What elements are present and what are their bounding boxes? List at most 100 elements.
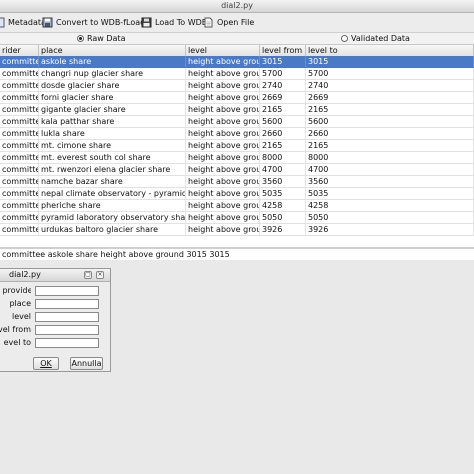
cell-rider: committee [0, 164, 39, 175]
metadata-button[interactable]: Metadata [0, 15, 46, 30]
open-file-button[interactable]: Open File [203, 15, 254, 30]
cell-level: height above ground [186, 188, 260, 199]
cancel-button-label: Annulla [71, 359, 102, 368]
place-input[interactable] [35, 299, 99, 309]
cell-level-from: 5700 [260, 68, 306, 79]
radio-checked-icon [77, 35, 84, 42]
metadata-icon [0, 17, 5, 28]
window-title: dial2.py [221, 1, 253, 10]
cell-level: height above ground [186, 92, 260, 103]
cell-rider: committee [0, 224, 39, 235]
data-table: rider place level level from level to co… [0, 44, 474, 248]
cell-level: height above ground [186, 224, 260, 235]
table-row[interactable]: committeekala patthar shareheight above … [0, 116, 474, 128]
cell-level: height above ground [186, 176, 260, 187]
load-wdb-button[interactable]: Load To WDB [141, 15, 207, 30]
convert-button[interactable]: Convert to WDB-fLoad [42, 15, 145, 30]
cell-level-from: 8000 [260, 152, 306, 163]
cell-level-to: 5035 [306, 188, 474, 199]
cell-level-to: 3560 [306, 176, 474, 187]
cell-level-from: 2165 [260, 104, 306, 115]
column-header-place[interactable]: place [39, 45, 186, 56]
cell-place: changri nup glacier share [39, 68, 186, 79]
record-dialog: dial2.py ▢ × a provider place level vel fro… [0, 268, 111, 372]
cell-level-to: 3015 [306, 56, 474, 67]
table-row[interactable]: committeepyramid laboratory observatory … [0, 212, 474, 224]
window-titlebar: dial2.py [0, 0, 474, 13]
table-row[interactable]: committeemt. rwenzori elena glacier shar… [0, 164, 474, 176]
data-mode-selector: Raw Data Validated Data [0, 33, 474, 44]
table-row[interactable]: committeeurdukas baltoro glacier sharehe… [0, 224, 474, 236]
cell-rider: committee [0, 152, 39, 163]
table-row[interactable]: committeenepal climate observatory - pyr… [0, 188, 474, 200]
cell-place: kala patthar share [39, 116, 186, 127]
cell-level: height above ground [186, 56, 260, 67]
cell-level: height above ground [186, 212, 260, 223]
cell-level: height above ground [186, 128, 260, 139]
cell-rider: committee [0, 56, 39, 67]
cell-level: height above ground [186, 104, 260, 115]
cell-level-from: 2660 [260, 128, 306, 139]
column-header-level[interactable]: level [186, 45, 260, 56]
level-from-input[interactable] [35, 325, 99, 335]
cell-level-to: 2165 [306, 140, 474, 151]
cell-place: pheriche share [39, 200, 186, 211]
level-to-label: evel to [3, 338, 31, 347]
table-row[interactable]: committeelukla shareheight above ground2… [0, 128, 474, 140]
provider-input[interactable] [35, 286, 99, 296]
cell-level-from: 3015 [260, 56, 306, 67]
convert-button-label: Convert to WDB-fLoad [56, 18, 146, 27]
column-header-level-to[interactable]: level to [306, 45, 474, 56]
level-label: level [11, 312, 31, 321]
cell-level-from: 2740 [260, 80, 306, 91]
column-header-rider[interactable]: rider [0, 45, 39, 56]
table-row[interactable]: committeechangri nup glacier shareheight… [0, 68, 474, 80]
level-to-input[interactable] [35, 338, 99, 348]
cell-level: height above ground [186, 152, 260, 163]
minimize-icon[interactable]: ▢ [84, 271, 92, 279]
metadata-button-label: Metadata [8, 18, 46, 27]
cell-rider: committee [0, 176, 39, 187]
cell-place: mt. everest south col share [39, 152, 186, 163]
dialog-title: dial2.py [9, 270, 41, 279]
table-row[interactable]: committeemt. cimone shareheight above gr… [0, 140, 474, 152]
cell-level-from: 5035 [260, 188, 306, 199]
table-row[interactable]: committeemt. everest south col shareheig… [0, 152, 474, 164]
cancel-button[interactable]: Annulla [70, 357, 103, 370]
column-header-level-from[interactable]: level from [260, 45, 306, 56]
table-row[interactable]: committeegigante glacier shareheight abo… [0, 104, 474, 116]
cell-level: height above ground [186, 200, 260, 211]
table-row[interactable]: committeeaskole shareheight above ground… [0, 56, 474, 68]
validated-data-radio[interactable]: Validated Data [341, 34, 410, 43]
cell-place: namche bazar share [39, 176, 186, 187]
cell-level-from: 5050 [260, 212, 306, 223]
cell-place: dosde glacier share [39, 80, 186, 91]
cell-level-to: 5600 [306, 116, 474, 127]
cell-level-to: 2669 [306, 92, 474, 103]
validated-data-label: Validated Data [351, 34, 410, 43]
table-row[interactable]: committeepheriche shareheight above grou… [0, 200, 474, 212]
cell-place: mt. rwenzori elena glacier share [39, 164, 186, 175]
table-row[interactable]: committeenamche bazar shareheight above … [0, 176, 474, 188]
table-row[interactable]: committeedosde glacier shareheight above… [0, 80, 474, 92]
cell-level: height above ground [186, 116, 260, 127]
save-icon [42, 17, 53, 28]
cell-rider: committee [0, 140, 39, 151]
level-input[interactable] [35, 312, 99, 322]
raw-data-label: Raw Data [87, 34, 126, 43]
open-file-button-label: Open File [217, 18, 255, 27]
ok-button[interactable]: OK [33, 357, 59, 370]
close-icon[interactable]: × [96, 271, 104, 279]
selection-summary: committee askole share height above grou… [0, 249, 474, 260]
cell-place: mt. cimone share [39, 140, 186, 151]
place-label: place [9, 299, 31, 308]
ok-button-label: OK [40, 359, 52, 368]
cell-place: askole share [39, 56, 186, 67]
table-row[interactable]: committeeforni glacier shareheight above… [0, 92, 474, 104]
cell-level-from: 4700 [260, 164, 306, 175]
raw-data-radio[interactable]: Raw Data [77, 34, 125, 43]
cell-rider: committee [0, 188, 39, 199]
cell-level-to: 2740 [306, 80, 474, 91]
cell-level-from: 2165 [260, 140, 306, 151]
cell-level: height above ground [186, 80, 260, 91]
